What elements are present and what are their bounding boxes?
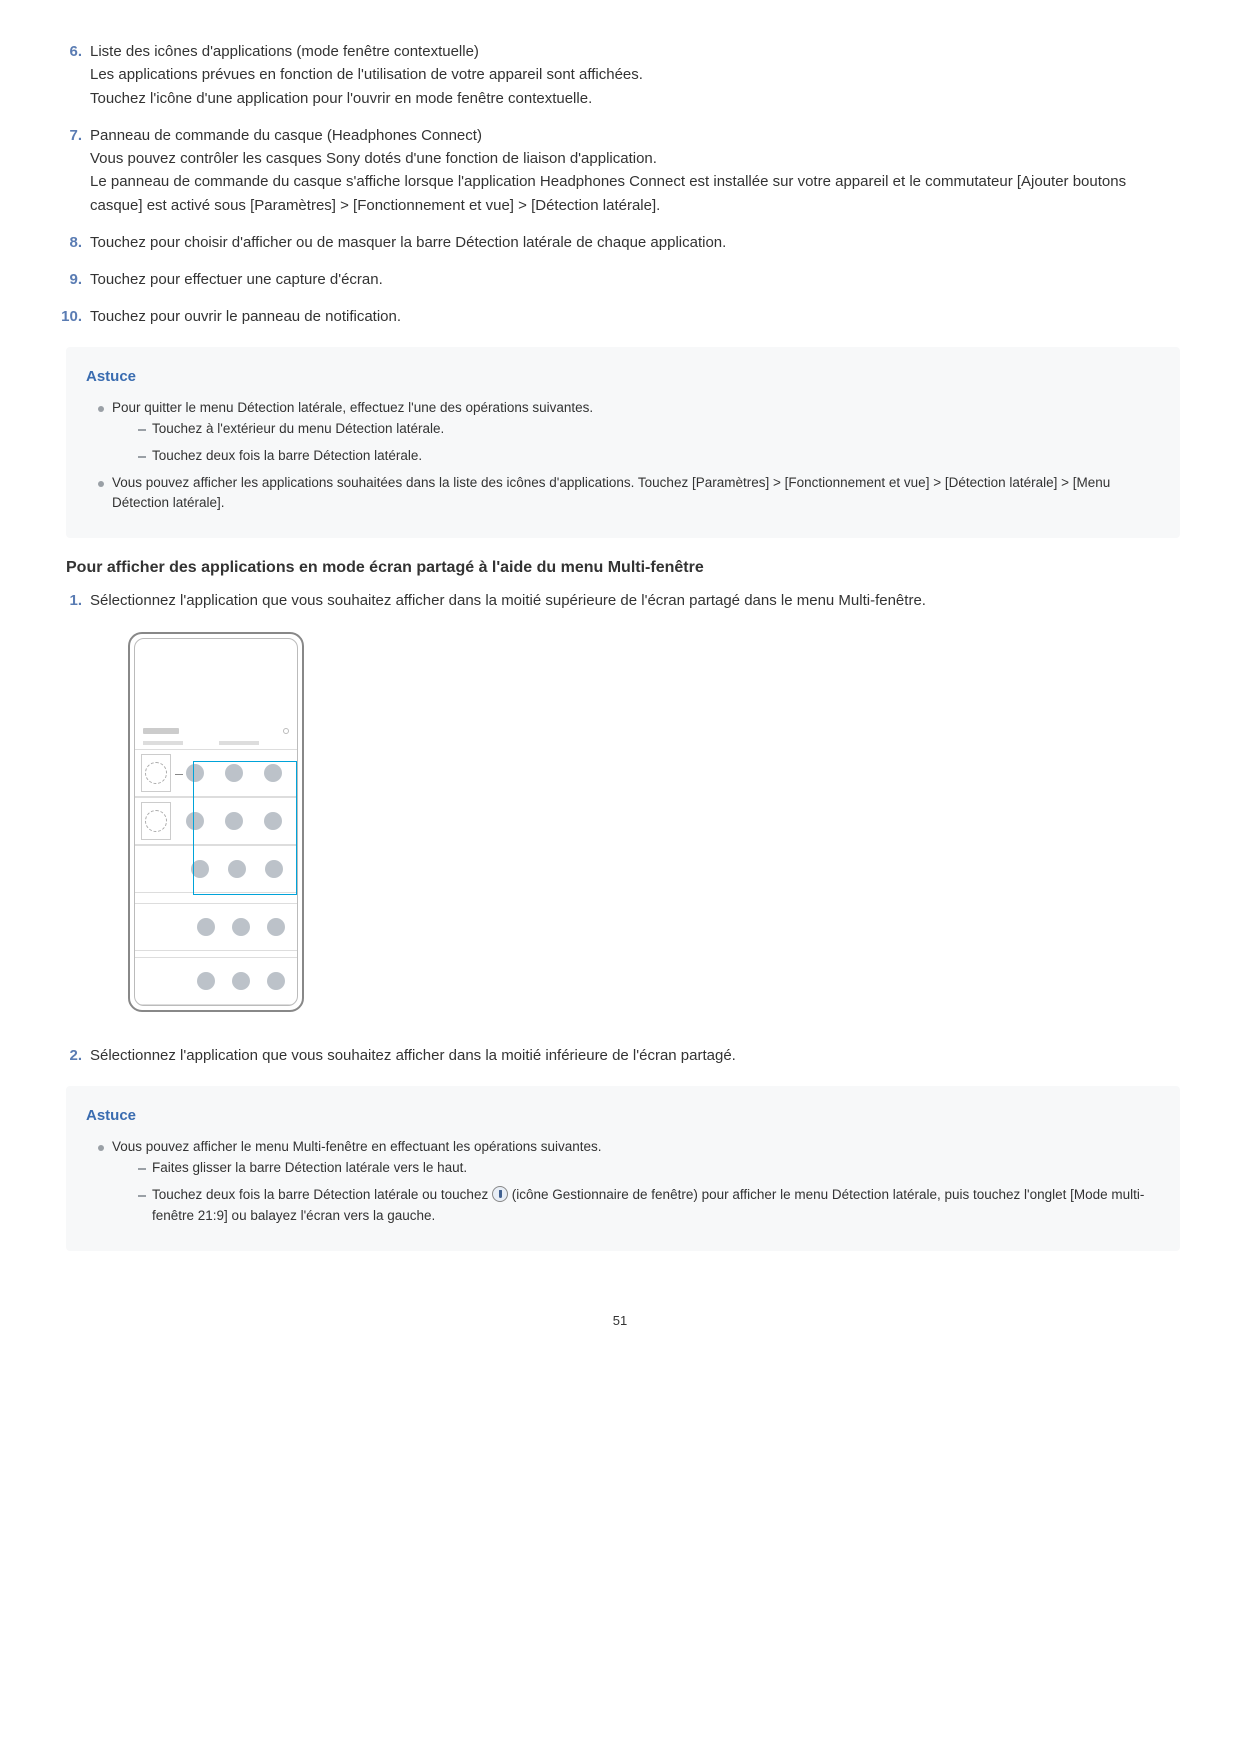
sub-list: Touchez à l'extérieur du menu Détection …: [112, 419, 1160, 467]
line: Touchez l'icône d'une application pour l…: [90, 90, 592, 107]
line: Touchez pour effectuer une capture d'écr…: [90, 271, 383, 288]
sub-item: Touchez deux fois la barre Détection lat…: [140, 1185, 1160, 1227]
item-content: Panneau de commande du casque (Headphone…: [90, 124, 1180, 217]
app-icon: [186, 812, 204, 830]
page-number: 51: [60, 1311, 1180, 1331]
line: Touchez pour choisir d'afficher ou de ma…: [90, 234, 726, 251]
tip-title: Astuce: [86, 1104, 1160, 1127]
step-number: 2.: [66, 1044, 90, 1067]
app-icon: [232, 918, 250, 936]
sub-pre: Touchez deux fois la barre Détection lat…: [152, 1187, 492, 1202]
item-content: Touchez pour choisir d'afficher ou de ma…: [90, 231, 1180, 254]
line: Le panneau de commande du casque s'affic…: [90, 173, 1126, 213]
app-icon: [191, 860, 209, 878]
list-item: 9. Touchez pour effectuer une capture d'…: [60, 268, 1180, 291]
sub-item: Faites glisser la barre Détection latéra…: [140, 1158, 1160, 1179]
app-icon: [265, 860, 283, 878]
dashed-circle-icon: [145, 810, 167, 832]
step-text: Sélectionnez l'application que vous souh…: [90, 592, 926, 609]
app-row: [135, 797, 297, 845]
steps-list: 1. Sélectionnez l'application que vous s…: [66, 589, 1180, 1068]
apps-col: [185, 972, 297, 990]
connector-line: [175, 774, 183, 775]
list-item: 7. Panneau de commande du casque (Headph…: [60, 124, 1180, 217]
step-item: 2. Sélectionnez l'application que vous s…: [66, 1044, 1180, 1067]
tip-box: Astuce Pour quitter le menu Détection la…: [66, 347, 1180, 539]
line: Liste des icônes d'applications (mode fe…: [90, 43, 479, 60]
app-icon: [197, 918, 215, 936]
blank-area: [135, 639, 297, 721]
bullet-item: Vous pouvez afficher les applications so…: [100, 473, 1160, 515]
app-row: [135, 845, 297, 893]
gear-icon: [283, 728, 289, 734]
slot-col: [141, 802, 171, 840]
app-icon: [264, 812, 282, 830]
tab-placeholder: [219, 741, 259, 745]
tab-row: [135, 741, 297, 749]
item-number: 10.: [60, 305, 90, 328]
tip-bullets: Vous pouvez afficher le menu Multi-fenêt…: [86, 1137, 1160, 1227]
item-number: 7.: [60, 124, 90, 217]
step-content: Sélectionnez l'application que vous souh…: [90, 1044, 1180, 1067]
line: Vous pouvez contrôler les casques Sony d…: [90, 150, 657, 167]
item-number: 8.: [60, 231, 90, 254]
blurred-text: [143, 728, 179, 734]
line: Panneau de commande du casque (Headphone…: [90, 127, 482, 144]
app-row: [135, 903, 297, 951]
list-item: 8. Touchez pour choisir d'afficher ou de…: [60, 231, 1180, 254]
app-icon: [264, 764, 282, 782]
step-number: 1.: [66, 589, 90, 1032]
step-content: Sélectionnez l'application que vous souh…: [90, 589, 1180, 1032]
line: Les applications prévues en fonction de …: [90, 66, 643, 83]
bullet-text: Vous pouvez afficher le menu Multi-fenêt…: [112, 1139, 602, 1154]
bullet-item: Pour quitter le menu Détection latérale,…: [100, 398, 1160, 467]
item-number: 6.: [60, 40, 90, 110]
item-content: Touchez pour effectuer une capture d'écr…: [90, 268, 1180, 291]
phone-mockup: [128, 632, 304, 1012]
list-item: 10. Touchez pour ouvrir le panneau de no…: [60, 305, 1180, 328]
menu-header: [135, 721, 297, 741]
app-icon: [225, 812, 243, 830]
window-manager-icon: [492, 1186, 508, 1202]
lower-rows: [135, 893, 297, 1005]
app-icon: [228, 860, 246, 878]
apps-col: [171, 812, 297, 830]
apps-col: [185, 918, 297, 936]
sub-item: Touchez deux fois la barre Détection lat…: [140, 446, 1160, 467]
tip-box: Astuce Vous pouvez afficher le menu Mult…: [66, 1086, 1180, 1251]
line: Touchez pour ouvrir le panneau de notifi…: [90, 308, 401, 325]
app-icon: [267, 972, 285, 990]
dashed-circle-icon: [145, 762, 167, 784]
app-row: [135, 957, 297, 1005]
step-item: 1. Sélectionnez l'application que vous s…: [66, 589, 1180, 1032]
icon-label: (icône Gestionnaire de fenêtre): [512, 1187, 698, 1202]
item-number: 9.: [60, 268, 90, 291]
app-icon: [232, 972, 250, 990]
slot-col: [141, 754, 171, 792]
tab-placeholder: [143, 741, 183, 745]
app-icon: [197, 972, 215, 990]
phone-screen: [134, 638, 298, 1006]
sub-list: Faites glisser la barre Détection latéra…: [112, 1158, 1160, 1227]
bullet-text: Pour quitter le menu Détection latérale,…: [112, 400, 593, 415]
apps-col: [171, 764, 297, 782]
app-icon: [225, 764, 243, 782]
sub-item: Touchez à l'extérieur du menu Détection …: [140, 419, 1160, 440]
app-row: [135, 749, 297, 797]
list-item: 6. Liste des icônes d'applications (mode…: [60, 40, 1180, 110]
item-content: Touchez pour ouvrir le panneau de notifi…: [90, 305, 1180, 328]
bullet-item: Vous pouvez afficher le menu Multi-fenêt…: [100, 1137, 1160, 1227]
tip-bullets: Pour quitter le menu Détection latérale,…: [86, 398, 1160, 515]
numbered-list: 6. Liste des icônes d'applications (mode…: [60, 40, 1180, 329]
app-icon: [267, 918, 285, 936]
section-heading: Pour afficher des applications en mode é…: [66, 556, 1180, 581]
app-icon: [186, 764, 204, 782]
item-content: Liste des icônes d'applications (mode fe…: [90, 40, 1180, 110]
apps-col: [177, 860, 297, 878]
slot-col: [135, 846, 177, 892]
tip-title: Astuce: [86, 365, 1160, 388]
